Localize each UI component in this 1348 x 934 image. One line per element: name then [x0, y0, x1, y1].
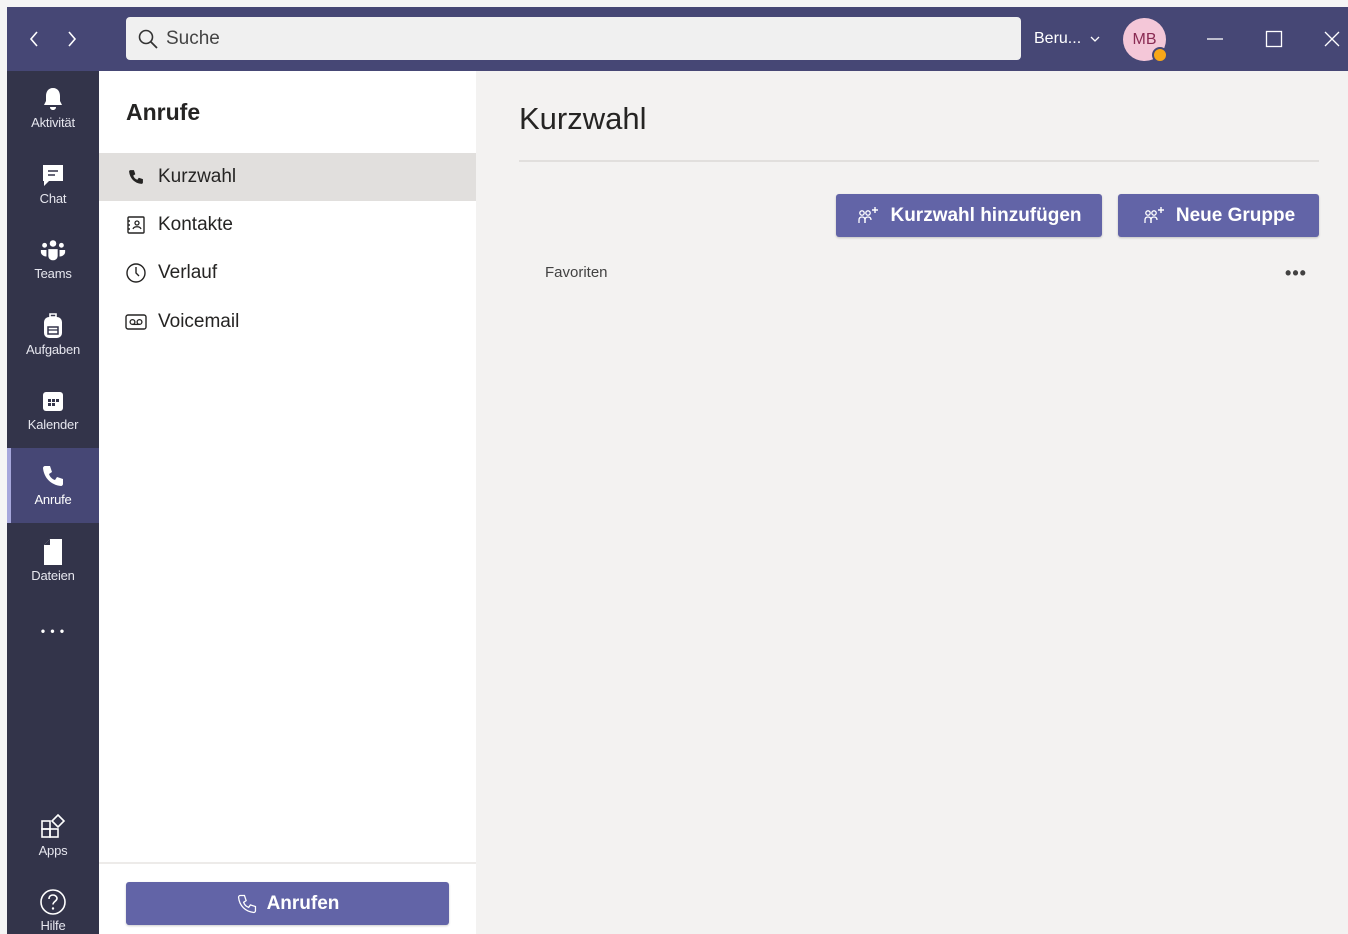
appbar-item-calls[interactable]: Anrufe: [7, 448, 99, 523]
appbar-item-chat[interactable]: Chat: [7, 147, 99, 222]
contact-card-icon: [127, 216, 145, 234]
sidebar-item-history[interactable]: Verlauf: [99, 249, 476, 297]
add-people-icon: [1144, 206, 1164, 223]
away-status-icon: [1152, 47, 1168, 63]
title-bar: Suche Beru... MB: [7, 7, 1348, 71]
appbar-item-files[interactable]: Dateien: [7, 524, 99, 599]
help-icon: [40, 889, 66, 915]
appbar-item-tasks[interactable]: Aufgaben: [7, 298, 99, 373]
forward-button[interactable]: [61, 27, 83, 51]
maximize-button[interactable]: [1260, 25, 1288, 53]
more-icon: • • •: [40, 624, 66, 638]
search-input[interactable]: Suche: [126, 17, 1021, 60]
favorites-label: Favoriten: [545, 264, 608, 281]
favorites-more-button[interactable]: •••: [1281, 261, 1311, 285]
chat-icon: [43, 165, 63, 186]
appbar-label: Hilfe: [40, 918, 66, 933]
sidebar-item-label: Kurzwahl: [158, 166, 237, 187]
voicemail-icon: [125, 314, 147, 330]
add-speed-dial-label: Kurzwahl hinzufügen: [890, 204, 1082, 226]
phone-icon: [43, 466, 63, 486]
search-placeholder: Suche: [166, 27, 220, 49]
new-group-label: Neue Gruppe: [1175, 204, 1296, 226]
appbar-more-button[interactable]: • • •: [7, 611, 99, 661]
add-speed-dial-button[interactable]: Kurzwahl hinzufügen: [836, 194, 1102, 237]
sidebar-item-label: Verlauf: [158, 262, 218, 283]
app-bar: Aktivität Chat Teams Aufgaben Kalender A…: [7, 71, 99, 934]
chevron-left-icon: [29, 31, 38, 47]
appbar-item-calendar[interactable]: Kalender: [7, 373, 99, 448]
sidebar-divider: [99, 862, 476, 864]
new-group-button[interactable]: Neue Gruppe: [1118, 194, 1319, 237]
appbar-item-help[interactable]: Hilfe: [7, 874, 99, 934]
file-icon: [44, 539, 62, 565]
sidebar-item-label: Voicemail: [158, 311, 240, 332]
back-button[interactable]: [23, 27, 45, 51]
appbar-item-activity[interactable]: Aktivität: [7, 71, 99, 146]
phone-icon: [129, 170, 143, 184]
apps-icon: [41, 813, 66, 838]
chevron-right-icon: [68, 31, 77, 47]
teams-icon: [40, 240, 66, 261]
call-button[interactable]: Anrufen: [126, 882, 449, 925]
chevron-down-icon: [1090, 36, 1100, 42]
sidebar-title: Anrufe: [126, 99, 201, 125]
main-content: Kurzwahl Kurzwahl hinzufügen Neue Gruppe…: [476, 71, 1348, 934]
appbar-item-teams[interactable]: Teams: [7, 222, 99, 297]
backpack-icon: [44, 313, 62, 338]
appbar-label: Aufgaben: [25, 342, 81, 357]
organization-label: Beru...: [1034, 30, 1082, 47]
appbar-label: Aktivität: [31, 115, 75, 130]
appbar-label: Anrufe: [34, 492, 72, 507]
add-people-icon: [858, 206, 879, 223]
appbar-item-apps[interactable]: Apps: [7, 799, 99, 874]
sidebar-item-label: Kontakte: [158, 214, 233, 235]
minimize-icon: [1207, 38, 1223, 40]
clock-icon: [126, 263, 146, 283]
avatar[interactable]: MB: [1123, 18, 1168, 63]
title-divider: [519, 160, 1319, 162]
calls-sidebar: Anrufe Kurzwahl Kontakte Verlauf Voicema…: [99, 71, 476, 934]
search-icon: [138, 29, 158, 49]
appbar-label: Teams: [34, 266, 72, 281]
avatar-initials: MB: [1132, 30, 1157, 48]
phone-outline-icon: [237, 894, 256, 913]
appbar-label: Dateien: [31, 568, 75, 583]
close-icon: [1324, 31, 1340, 47]
sidebar-item-voicemail[interactable]: Voicemail: [99, 298, 476, 346]
appbar-label: Chat: [39, 191, 67, 206]
minimize-button[interactable]: [1201, 25, 1229, 53]
maximize-icon: [1265, 30, 1283, 48]
sidebar-item-speed-dial[interactable]: Kurzwahl: [99, 153, 476, 201]
call-button-label: Anrufen: [266, 892, 340, 914]
appbar-label: Kalender: [27, 417, 79, 432]
page-title: Kurzwahl: [519, 101, 647, 136]
bell-icon: [44, 88, 62, 110]
sidebar-item-contacts[interactable]: Kontakte: [99, 201, 476, 249]
teams-window: Suche Beru... MB Aktivität Chat Teams Au…: [7, 7, 1348, 934]
more-icon: •••: [1285, 262, 1307, 283]
organization-switcher[interactable]: Beru...: [1034, 27, 1100, 51]
calendar-icon: [43, 392, 63, 411]
appbar-label: Apps: [38, 843, 68, 858]
close-button[interactable]: [1318, 25, 1346, 53]
